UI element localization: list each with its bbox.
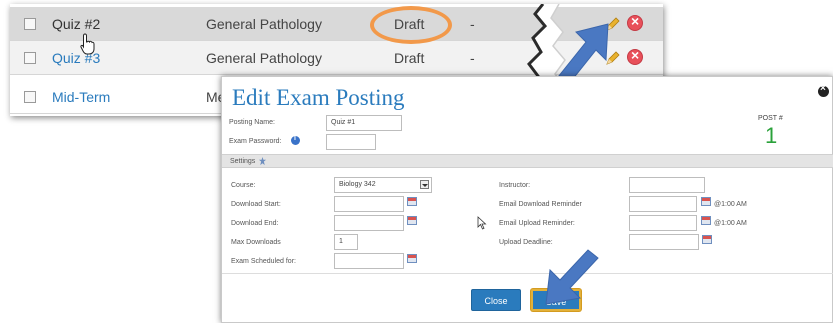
exam-date: -: [470, 16, 475, 32]
instructor-field[interactable]: [629, 177, 705, 193]
course-label: Course:: [231, 182, 256, 189]
row-checkbox[interactable]: [24, 91, 36, 103]
email-download-reminder-label: Email Download Reminder: [499, 201, 582, 208]
download-reminder-time: @1:00 AM: [714, 201, 747, 208]
screenshot: Quiz #2 General Pathology Draft - Quiz #…: [0, 0, 833, 323]
download-end-label: Download End:: [231, 220, 279, 227]
email-download-reminder-field[interactable]: [629, 196, 697, 212]
calendar-icon[interactable]: [702, 235, 712, 244]
chevron-down-icon: [420, 180, 429, 189]
email-upload-reminder-field[interactable]: [629, 215, 697, 231]
row-checkbox[interactable]: [24, 52, 36, 64]
delete-icon[interactable]: [627, 13, 643, 31]
settings-label: Settings: [230, 158, 256, 165]
dialog-title: Edit Exam Posting: [232, 85, 405, 110]
close-icon[interactable]: [818, 83, 829, 97]
exam-course: General Pathology: [206, 16, 322, 32]
download-end-field[interactable]: [334, 215, 404, 231]
exam-scheduled-field[interactable]: [334, 253, 404, 269]
arrow-annotation: [545, 249, 599, 305]
course-select-value: Biology 342: [339, 181, 376, 188]
calendar-icon[interactable]: [701, 197, 711, 206]
exam-status: Draft: [394, 50, 425, 66]
email-upload-reminder-label: Email Upload Reminder:: [499, 220, 575, 227]
calendar-icon[interactable]: [407, 254, 417, 263]
calendar-icon[interactable]: [407, 197, 417, 206]
settings-section-header[interactable]: Settings: [222, 154, 833, 168]
exam-date: -: [470, 50, 475, 66]
draft-highlight-oval: [370, 6, 452, 44]
calendar-icon[interactable]: [407, 216, 417, 225]
upload-deadline-field[interactable]: [629, 234, 699, 250]
exam-password-label: Exam Password:: [229, 138, 282, 145]
download-start-field[interactable]: [334, 196, 404, 212]
calendar-icon[interactable]: [701, 216, 711, 225]
info-icon[interactable]: [291, 135, 300, 145]
upload-reminder-time: @1:00 AM: [714, 220, 747, 227]
exam-course: General Pathology: [206, 50, 322, 66]
instructor-label: Instructor:: [499, 182, 531, 189]
close-button[interactable]: Close: [471, 289, 521, 311]
exam-password-field[interactable]: [326, 134, 376, 150]
post-number-label: POST #: [758, 115, 783, 122]
course-select[interactable]: Biology 342: [334, 177, 432, 193]
dialog-footer-divider: [222, 273, 833, 274]
max-downloads-label: Max Downloads: [231, 239, 281, 246]
exam-name[interactable]: Mid-Term: [52, 89, 110, 105]
exam-scheduled-label: Exam Scheduled for:: [231, 258, 296, 265]
exam-name[interactable]: Quiz #2: [52, 16, 100, 32]
download-start-label: Download Start:: [231, 201, 281, 208]
arrow-cursor-icon: [477, 216, 487, 230]
settings-icon: [258, 157, 267, 166]
row-checkbox[interactable]: [24, 18, 36, 30]
posting-name-field[interactable]: Quiz #1: [326, 115, 402, 131]
delete-icon[interactable]: [627, 47, 643, 65]
posting-name-label: Posting Name:: [229, 119, 275, 126]
hand-cursor-icon: [80, 33, 95, 55]
edit-exam-posting-dialog: Edit Exam Posting Posting Name: Quiz #1 …: [221, 76, 833, 323]
max-downloads-field[interactable]: 1: [334, 234, 358, 250]
post-number-value: 1: [765, 123, 778, 148]
